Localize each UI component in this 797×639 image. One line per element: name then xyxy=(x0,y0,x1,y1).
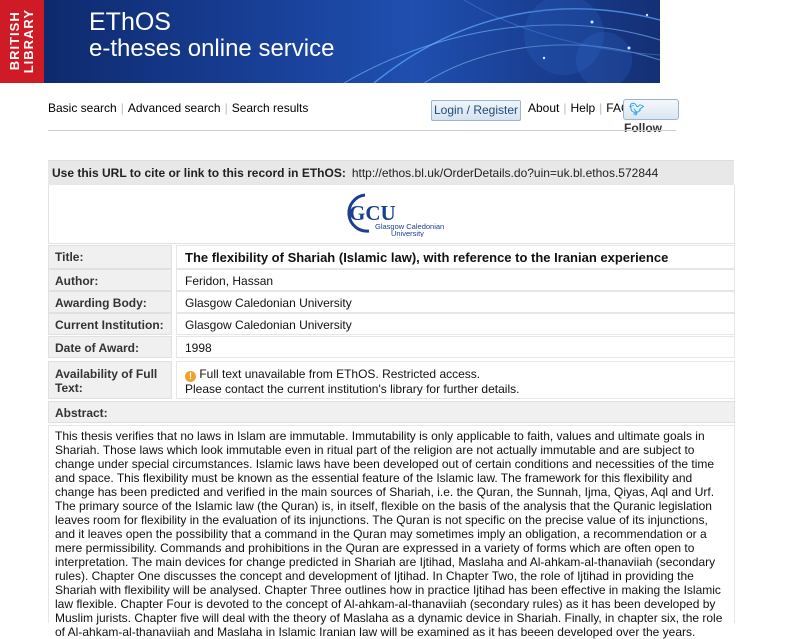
nav-separator: | xyxy=(224,101,228,115)
twitter-bird-icon: 🐦︎ xyxy=(629,102,645,116)
gcu-logo: GCU Glasgow Caledonian University xyxy=(347,193,444,237)
nav-separator: | xyxy=(120,101,124,115)
british-library-logo-text: BRITISH LIBRARY xyxy=(7,9,36,74)
secondary-nav: About | Help | FAQ xyxy=(528,101,630,115)
thesis-title: The flexibility of Shariah (Islamic law)… xyxy=(176,245,735,269)
availability-line1: Full text unavailable from EThOS. Restri… xyxy=(199,367,481,381)
advanced-search-link[interactable]: Advanced search xyxy=(128,101,221,115)
ethos-banner: EThOS e-theses online service xyxy=(44,0,660,83)
nav-separator: | xyxy=(599,101,603,115)
basic-search-link[interactable]: Basic search xyxy=(48,101,117,115)
british-library-logo[interactable]: BRITISH LIBRARY xyxy=(0,0,44,83)
awarding-body-label: Awarding Body: xyxy=(48,291,172,313)
institution-logo-row: GCU Glasgow Caledonian University xyxy=(48,185,735,244)
citation-url-bar: Use this URL to cite or link to this rec… xyxy=(48,160,734,185)
current-institution-row: Current Institution: Glasgow Caledonian … xyxy=(48,313,735,335)
availability-line2: Please contact the current institution's… xyxy=(185,382,520,396)
availability-label: Availability of Full Text: xyxy=(48,361,172,399)
awarding-body-value: Glasgow Caledonian University xyxy=(176,291,735,313)
author-value: Feridon, Hassan xyxy=(176,269,735,291)
citation-url[interactable]: http://ethos.bl.uk/OrderDetails.do?uin=u… xyxy=(352,166,659,180)
abstract-label: Abstract: xyxy=(48,401,735,423)
citation-url-label: Use this URL to cite or link to this rec… xyxy=(52,166,346,180)
author-row: Author: Feridon, Hassan xyxy=(48,269,735,291)
site-title: EThOS xyxy=(89,8,171,36)
title-label: Title: xyxy=(48,245,172,269)
title-row: Title: The flexibility of Shariah (Islam… xyxy=(48,245,735,269)
awarding-body-row: Awarding Body: Glasgow Caledonian Univer… xyxy=(48,291,735,313)
gcu-logo-name-line2: University xyxy=(391,229,424,237)
availability-row: Availability of Full Text: ! Full text u… xyxy=(48,361,735,399)
site-subtitle: e-theses online service xyxy=(89,35,335,62)
follow-label: Follow xyxy=(624,121,662,135)
primary-nav: Basic search | Advanced search | Search resu… xyxy=(48,101,308,115)
warning-icon: ! xyxy=(185,371,196,382)
availability-value: ! Full text unavailable from EThOS. Rest… xyxy=(176,361,735,399)
abstract-text: This thesis verifies that no laws in Isl… xyxy=(48,425,735,639)
search-results-link[interactable]: Search results xyxy=(232,101,309,115)
date-of-award-row: Date of Award: 1998 xyxy=(48,336,735,358)
login-register-button[interactable]: Login / Register xyxy=(431,100,521,121)
twitter-follow-button[interactable]: 🐦︎ Follow xyxy=(623,99,679,135)
nav-divider xyxy=(48,130,676,131)
current-institution-value: Glasgow Caledonian University xyxy=(176,313,735,335)
about-link[interactable]: About xyxy=(528,101,559,115)
current-institution-label: Current Institution: xyxy=(48,313,172,335)
date-of-award-value: 1998 xyxy=(176,336,735,358)
author-label: Author: xyxy=(48,269,172,291)
help-link[interactable]: Help xyxy=(570,101,595,115)
nav-separator: | xyxy=(563,101,567,115)
date-of-award-label: Date of Award: xyxy=(48,336,172,358)
